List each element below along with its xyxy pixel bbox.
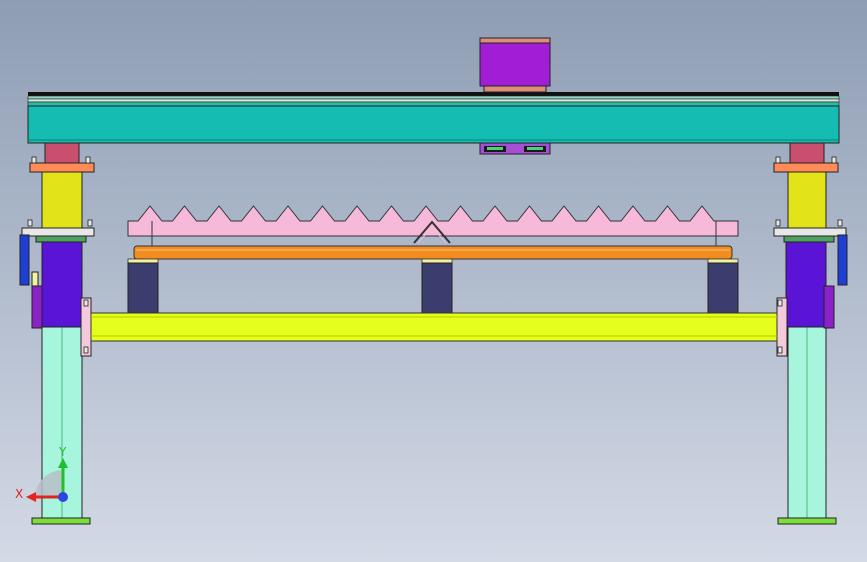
right-column-upper[interactable] bbox=[787, 169, 827, 231]
top-rail-strip-1 bbox=[27, 95, 840, 100]
x-axis-label: X bbox=[15, 487, 23, 501]
left-column-upper[interactable] bbox=[41, 169, 83, 231]
right-actuator-side bbox=[823, 285, 835, 329]
right-column-cap bbox=[789, 142, 825, 166]
carriage-wheel-right-inner bbox=[527, 147, 543, 150]
left-actuator-body[interactable] bbox=[41, 241, 83, 328]
top-beam-assembly[interactable] bbox=[27, 92, 840, 144]
cross-beam-assembly[interactable] bbox=[90, 312, 778, 342]
carriage-wheel-left-inner bbox=[487, 147, 503, 150]
carriage-block[interactable] bbox=[479, 42, 551, 87]
left-bolt-strip bbox=[35, 235, 87, 243]
machine-front-view: Y X bbox=[0, 0, 867, 562]
left-mid-flange bbox=[21, 227, 95, 237]
bolt-12 bbox=[777, 346, 783, 354]
bolt-8 bbox=[837, 219, 843, 227]
left-column-cap bbox=[44, 142, 80, 166]
left-upper-flange bbox=[29, 162, 95, 173]
cad-viewport[interactable]: Y X bbox=[0, 0, 867, 562]
right-handle[interactable] bbox=[837, 234, 848, 286]
bolt-2 bbox=[85, 156, 91, 164]
carrier-bar[interactable] bbox=[133, 245, 733, 260]
support-block-center bbox=[421, 262, 453, 314]
carriage-bottom-cap bbox=[483, 85, 547, 93]
bolt-7 bbox=[775, 219, 781, 227]
left-sensor bbox=[31, 271, 39, 287]
bolt-9 bbox=[83, 299, 89, 307]
support-cap-left bbox=[127, 258, 159, 264]
bolt-1 bbox=[31, 156, 37, 164]
carriage-top-cap bbox=[479, 37, 551, 44]
support-cap-center bbox=[421, 258, 453, 264]
bolt-6 bbox=[87, 219, 93, 227]
right-base-plate bbox=[777, 517, 837, 525]
support-block-right bbox=[707, 262, 739, 314]
left-handle[interactable] bbox=[19, 234, 30, 286]
bolt-5 bbox=[27, 219, 33, 227]
left-base-plate bbox=[31, 517, 91, 525]
top-rail bbox=[28, 92, 839, 96]
top-beam[interactable] bbox=[27, 105, 840, 144]
right-actuator-body[interactable] bbox=[785, 241, 827, 328]
bolt-4 bbox=[831, 156, 837, 164]
y-axis-label: Y bbox=[58, 445, 67, 459]
bolt-10 bbox=[83, 346, 89, 354]
bolt-11 bbox=[777, 299, 783, 307]
left-actuator-side bbox=[31, 285, 43, 329]
support-block-left bbox=[127, 262, 159, 314]
right-upper-flange bbox=[773, 162, 839, 173]
top-rail-strip-2 bbox=[27, 98, 840, 103]
top-rail-strip-3 bbox=[27, 101, 840, 107]
right-bolt-strip bbox=[783, 235, 835, 243]
support-cap-right bbox=[707, 258, 739, 264]
z-axis-dot bbox=[58, 492, 68, 502]
right-mid-flange bbox=[773, 227, 847, 237]
bolt-3 bbox=[775, 156, 781, 164]
